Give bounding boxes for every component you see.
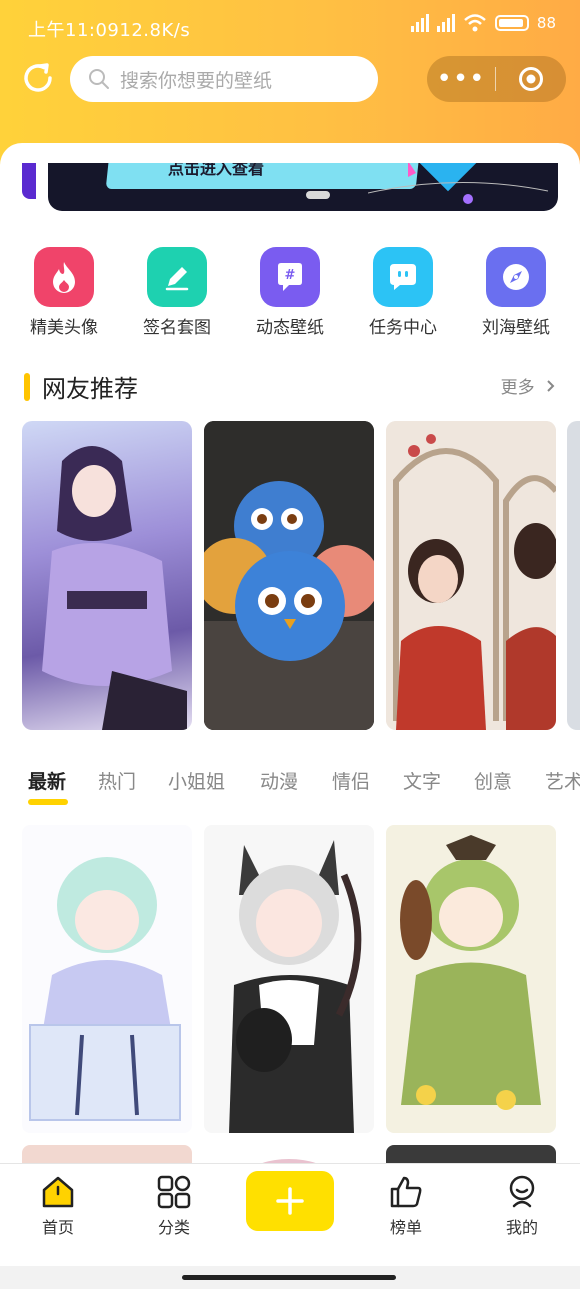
nav-category[interactable]: 分类 [134, 1174, 214, 1238]
shortcut-avatars[interactable]: 精美头像 [14, 247, 114, 338]
shortcut-label: 刘海壁纸 [482, 318, 550, 338]
wifi-icon [464, 14, 486, 32]
wallpaper-thumbnail [204, 825, 374, 1133]
shortcut-live-wallpaper[interactable]: # 动态壁纸 [240, 247, 340, 338]
shortcut-task-center[interactable]: 任务中心 [353, 247, 453, 338]
search-placeholder: 搜索你想要的壁纸 [120, 69, 273, 92]
active-tab-indicator [28, 799, 68, 805]
profile-icon [509, 1175, 535, 1208]
tab-anime[interactable]: 动漫 [260, 767, 298, 794]
plus-icon [276, 1187, 304, 1215]
pencil-icon [147, 247, 207, 307]
nav-home-label: 首页 [41, 1218, 74, 1237]
content-sheet: 点击进入查看 精美头像 签名套图 # 动态壁纸 任务中心 刘海壁纸 网友推荐 更… [0, 143, 580, 1163]
chevron-right-icon [547, 380, 555, 392]
wallpaper-thumbnail [262, 1159, 316, 1163]
wallpaper-thumbnail [386, 825, 556, 1133]
nav-ranking-label: 榜单 [389, 1218, 422, 1237]
tab-couples[interactable]: 情侣 [332, 767, 370, 794]
tab-girls[interactable]: 小姐姐 [168, 767, 225, 794]
bottom-navigation: 首页 分类 榜单 我的 [0, 1163, 580, 1266]
banner-prev-slide [22, 163, 36, 199]
shortcut-signature[interactable]: 签名套图 [127, 247, 227, 338]
tab-latest[interactable]: 最新 [28, 767, 66, 794]
nav-ranking[interactable]: 榜单 [366, 1174, 446, 1238]
wallpaper-thumbnail [42, 446, 187, 730]
shortcut-row: 精美头像 签名套图 # 动态壁纸 任务中心 刘海壁纸 [0, 247, 580, 347]
compass-icon [486, 247, 546, 307]
battery-icon [494, 15, 529, 31]
thumbs-up-icon [390, 1176, 422, 1208]
recommend-card-mirror-girl[interactable] [386, 421, 556, 730]
nav-category-label: 分类 [157, 1218, 190, 1237]
more-button[interactable]: ••• [427, 56, 495, 102]
wallpaper-card[interactable] [204, 825, 374, 1133]
nav-mine-label: 我的 [505, 1218, 538, 1237]
tab-art[interactable]: 艺术 [545, 767, 580, 794]
banner-carousel[interactable]: 点击进入查看 [48, 163, 558, 211]
banner-decoration [368, 163, 549, 204]
hashtag-icon: # [260, 247, 320, 307]
shortcut-notch-wallpaper[interactable]: 刘海壁纸 [466, 247, 566, 338]
grid-icon [157, 1175, 191, 1209]
category-tabs: 最新 热门 小姐姐 动漫 情侣 文字 创意 艺术 [0, 767, 580, 807]
target-icon [519, 67, 543, 91]
status-icons: 88 [410, 14, 556, 32]
banner-text: 点击进入查看 [168, 163, 265, 178]
wallpaper-card[interactable] [386, 1145, 556, 1163]
section-title: 网友推荐 [24, 369, 138, 404]
shortcut-label: 任务中心 [369, 318, 437, 338]
shortcut-label: 动态壁纸 [256, 318, 324, 338]
chat-bubble-icon [373, 247, 433, 307]
wallpaper-thumbnail [204, 421, 374, 730]
tab-text[interactable]: 文字 [403, 767, 441, 794]
section-marker [24, 372, 30, 401]
recommend-card-birds[interactable] [204, 421, 374, 730]
wallpaper-card[interactable] [22, 1145, 192, 1163]
recommend-card-anime-girl[interactable] [22, 421, 192, 730]
more-link[interactable]: 更多 [501, 373, 556, 398]
tab-hot[interactable]: 热门 [98, 767, 136, 794]
wallpaper-thumbnail [22, 825, 192, 1133]
home-icon [42, 1176, 74, 1208]
tab-creative[interactable]: 创意 [474, 767, 512, 794]
status-bar: 上午11:0912.8K/s 88 [0, 0, 580, 52]
shortcut-label: 签名套图 [143, 318, 211, 338]
network-speed: 12.8K/s [119, 20, 191, 41]
add-button[interactable] [246, 1171, 334, 1231]
miniapp-capsule: ••• [427, 56, 566, 102]
battery-level: 88 [536, 14, 556, 32]
close-miniapp-button[interactable] [496, 66, 566, 92]
carousel-indicator [306, 191, 330, 199]
status-time: 上午11:0912.8K/s [28, 20, 191, 41]
nav-mine[interactable]: 我的 [482, 1174, 562, 1238]
wallpaper-card[interactable] [386, 825, 556, 1133]
search-icon [89, 69, 109, 89]
home-indicator [182, 1275, 396, 1280]
svg-text:#: # [285, 268, 296, 283]
flame-icon [34, 247, 94, 307]
nav-home[interactable]: 首页 [18, 1174, 98, 1238]
wallpaper-card[interactable] [22, 825, 192, 1133]
search-input[interactable]: 搜索你想要的壁纸 [70, 56, 378, 102]
refresh-button[interactable] [20, 60, 56, 96]
wallpaper-card[interactable] [204, 1145, 374, 1163]
signal-icon [410, 14, 429, 32]
recommend-card-next[interactable] [567, 421, 580, 730]
wallpaper-thumbnail [386, 421, 556, 730]
shortcut-label: 精美头像 [30, 318, 98, 338]
signal-icon [436, 14, 455, 32]
refresh-icon [24, 63, 52, 92]
section-title-text: 网友推荐 [42, 375, 138, 403]
